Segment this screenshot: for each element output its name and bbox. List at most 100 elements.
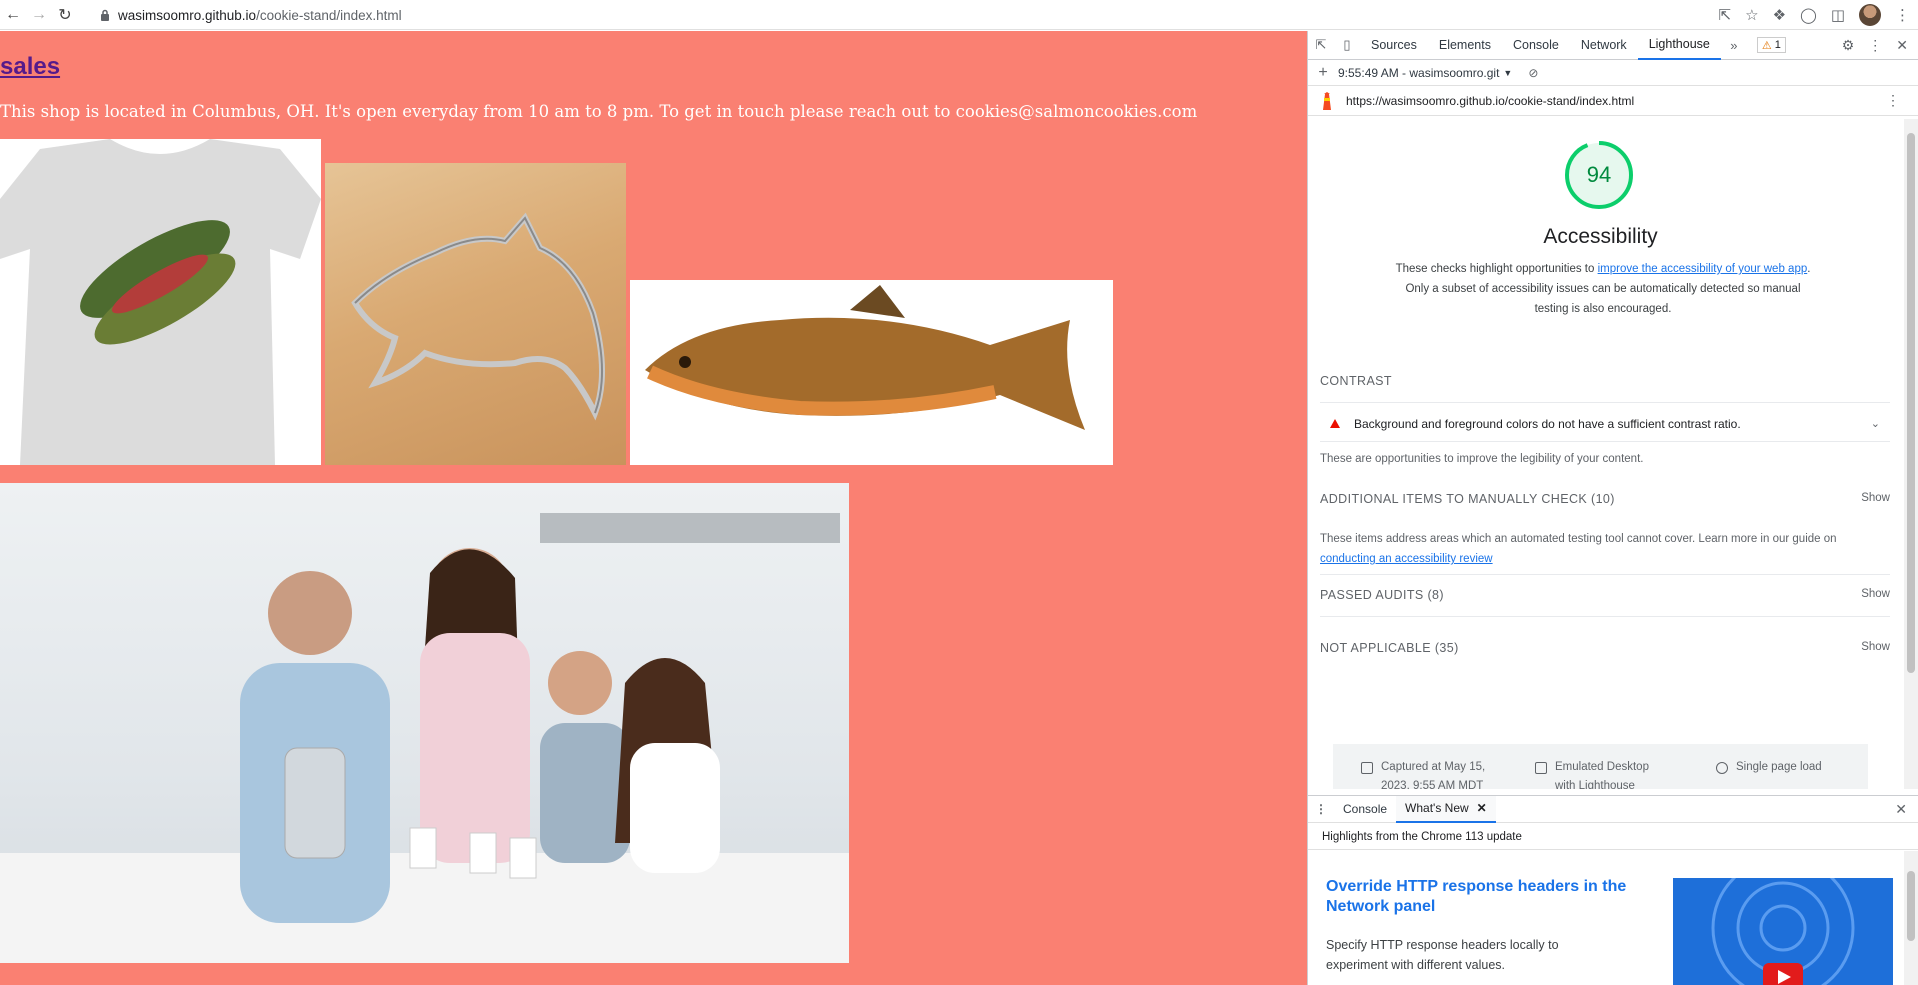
video-thumbnail[interactable] (1673, 878, 1893, 985)
section-contrast-heading: CONTRAST (1320, 374, 1392, 388)
profile-avatar[interactable] (1859, 4, 1881, 26)
contrast-note: These are opportunities to improve the l… (1320, 453, 1644, 465)
show-passed-button[interactable]: Show (1861, 588, 1890, 600)
single-page-info: Single page load (1716, 758, 1822, 777)
divider (1320, 441, 1890, 442)
whats-new-label: What's New (1405, 801, 1469, 815)
emulated-text: Emulated Desktop with Lighthouse (1555, 761, 1649, 789)
settings-gear-icon[interactable]: ⚙ (1842, 37, 1855, 54)
page-load-icon (1716, 762, 1728, 774)
more-tabs-chevron-icon[interactable]: » (1721, 38, 1747, 53)
contrast-audit-row[interactable]: Background and foreground colors do not … (1320, 407, 1890, 440)
feature-description: Specify HTTP response headers locally to… (1326, 938, 1559, 972)
report-menu-icon[interactable]: ⋮ (1886, 92, 1900, 109)
section-passed-heading[interactable]: PASSED AUDITS (8) Show (1320, 588, 1890, 602)
divider (1320, 616, 1890, 617)
forward-arrow-icon[interactable]: → (26, 2, 52, 28)
page-intro-text: This shop is located in Columbus, OH. It… (0, 102, 1198, 121)
trout-illustration-image (630, 280, 1113, 465)
lighthouse-toolbar: + 9:55:49 AM - wasimsoomro.git ▼ ⊘ (1308, 60, 1918, 86)
extension-icon[interactable]: ◯ (1800, 6, 1817, 24)
divider (1320, 574, 1890, 575)
devices-icon (1535, 762, 1547, 774)
desc-text-before: These checks highlight opportunities to (1395, 263, 1598, 275)
browser-menu-icon[interactable]: ⋮ (1895, 6, 1910, 24)
warning-icon: ⚠ (1761, 39, 1772, 52)
devtools-panel: ⇱ ▯ Sources Elements Console Network Lig… (1307, 31, 1918, 985)
devtools-tab-bar: ⇱ ▯ Sources Elements Console Network Lig… (1308, 31, 1918, 60)
fish-cookie-cutter-image (325, 163, 626, 465)
category-title: Accessibility (1543, 225, 1658, 248)
browser-toolbar: ← → ↻ wasimsoomro.github.io/cookie-stand… (0, 0, 1918, 30)
report-selector-label: 9:55:49 AM - wasimsoomro.git (1338, 65, 1500, 80)
scrollbar-thumb[interactable] (1907, 133, 1915, 673)
bookmark-star-icon[interactable]: ☆ (1745, 6, 1758, 24)
tab-console[interactable]: Console (1502, 31, 1570, 60)
devtools-menu-icon[interactable]: ⋮ (1868, 37, 1882, 54)
show-na-button[interactable]: Show (1861, 641, 1890, 653)
divider (1320, 402, 1890, 403)
captured-info: Captured at May 15, 2023, 9:55 AM MDT (1361, 758, 1501, 789)
dropdown-caret-icon: ▼ (1503, 67, 1513, 78)
drawer-menu-icon[interactable]: ⋮ (1308, 802, 1334, 816)
category-description: These checks highlight opportunities to … (1393, 259, 1813, 319)
drawer-tab-console[interactable]: Console (1334, 796, 1396, 823)
web-page: sales This shop is located in Columbus, … (0, 31, 1307, 985)
fail-triangle-icon (1330, 419, 1340, 428)
drawer-tab-whats-new[interactable]: What's New ✕ (1396, 795, 1496, 823)
accessibility-score: 94 (1586, 162, 1612, 187)
new-report-plus-icon[interactable]: + (1308, 64, 1338, 82)
single-page-text: Single page load (1736, 761, 1822, 773)
whats-new-scrollbar[interactable] (1904, 851, 1918, 985)
report-url-bar: https://wasimsoomro.github.io/cookie-sta… (1308, 86, 1918, 116)
passed-heading-label: PASSED AUDITS (8) (1320, 588, 1444, 602)
chevron-down-icon: ⌄ (1870, 418, 1880, 430)
url-path: /cookie-stand/index.html (256, 7, 402, 23)
report-url: https://wasimsoomro.github.io/cookie-sta… (1346, 93, 1635, 108)
manual-note: These items address areas which an autom… (1320, 529, 1890, 569)
address-bar[interactable]: wasimsoomro.github.io/cookie-stand/index… (100, 3, 402, 27)
inspect-element-icon[interactable]: ⇱ (1308, 37, 1334, 53)
device-toolbar-icon[interactable]: ▯ (1334, 37, 1360, 53)
captured-text: Captured at May 15, 2023, 9:55 AM MDT (1381, 761, 1486, 789)
family-kitchen-photo (0, 483, 849, 963)
accessibility-review-link[interactable]: conducting an accessibility review (1320, 553, 1493, 565)
na-heading-label: NOT APPLICABLE (35) (1320, 641, 1459, 655)
drawer-tab-bar: ⋮ Console What's New ✕ ✕ (1308, 795, 1918, 823)
emulated-info: Emulated Desktop with Lighthouse (1535, 758, 1670, 789)
improve-accessibility-link[interactable]: improve the accessibility of your web ap… (1598, 263, 1808, 275)
clear-reports-icon[interactable]: ⊘ (1528, 66, 1538, 80)
feature-title-link[interactable]: Override HTTP response headers in the Ne… (1326, 877, 1666, 917)
report-scrollbar[interactable] (1904, 119, 1918, 789)
lock-icon (101, 9, 109, 21)
page-heading-link[interactable]: sales (0, 53, 60, 81)
report-footer: Captured at May 15, 2023, 9:55 AM MDT Em… (1333, 744, 1868, 789)
url-host: wasimsoomro.github.io (118, 7, 257, 23)
lighthouse-report: 94 Accessibility These checks highlight … (1308, 119, 1893, 789)
tab-sources[interactable]: Sources (1360, 31, 1428, 60)
section-manual-heading[interactable]: ADDITIONAL ITEMS TO MANUALLY CHECK (10) S… (1320, 492, 1890, 506)
side-panel-icon[interactable]: ◫ (1831, 6, 1845, 24)
manual-note-text: These items address areas which an autom… (1320, 533, 1837, 545)
reload-icon[interactable]: ↻ (52, 2, 78, 28)
scrollbar-thumb[interactable] (1907, 871, 1915, 941)
close-drawer-icon[interactable]: ✕ (1895, 801, 1918, 818)
tab-network[interactable]: Network (1570, 31, 1638, 60)
tab-elements[interactable]: Elements (1428, 31, 1502, 60)
report-selector[interactable]: 9:55:49 AM - wasimsoomro.git ▼ (1338, 66, 1512, 80)
extensions-puzzle-icon[interactable]: ❖ (1773, 6, 1786, 24)
warning-count-badge[interactable]: ⚠ 1 (1756, 37, 1786, 53)
close-tab-icon[interactable]: ✕ (1477, 801, 1487, 815)
salmon-tshirt-image (0, 139, 321, 465)
close-devtools-icon[interactable]: ✕ (1896, 37, 1908, 54)
warning-count: 1 (1774, 39, 1781, 51)
manual-heading-label: ADDITIONAL ITEMS TO MANUALLY CHECK (10) (1320, 492, 1615, 506)
share-icon[interactable]: ⇱ (1719, 6, 1732, 24)
whats-new-header: Highlights from the Chrome 113 update (1308, 824, 1918, 850)
section-not-applicable-heading[interactable]: NOT APPLICABLE (35) Show (1320, 641, 1890, 655)
calendar-icon (1361, 762, 1373, 774)
back-arrow-icon[interactable]: ← (0, 2, 26, 28)
tab-lighthouse[interactable]: Lighthouse (1637, 31, 1721, 60)
lighthouse-logo-icon (1323, 91, 1331, 110)
show-manual-button[interactable]: Show (1861, 492, 1890, 504)
